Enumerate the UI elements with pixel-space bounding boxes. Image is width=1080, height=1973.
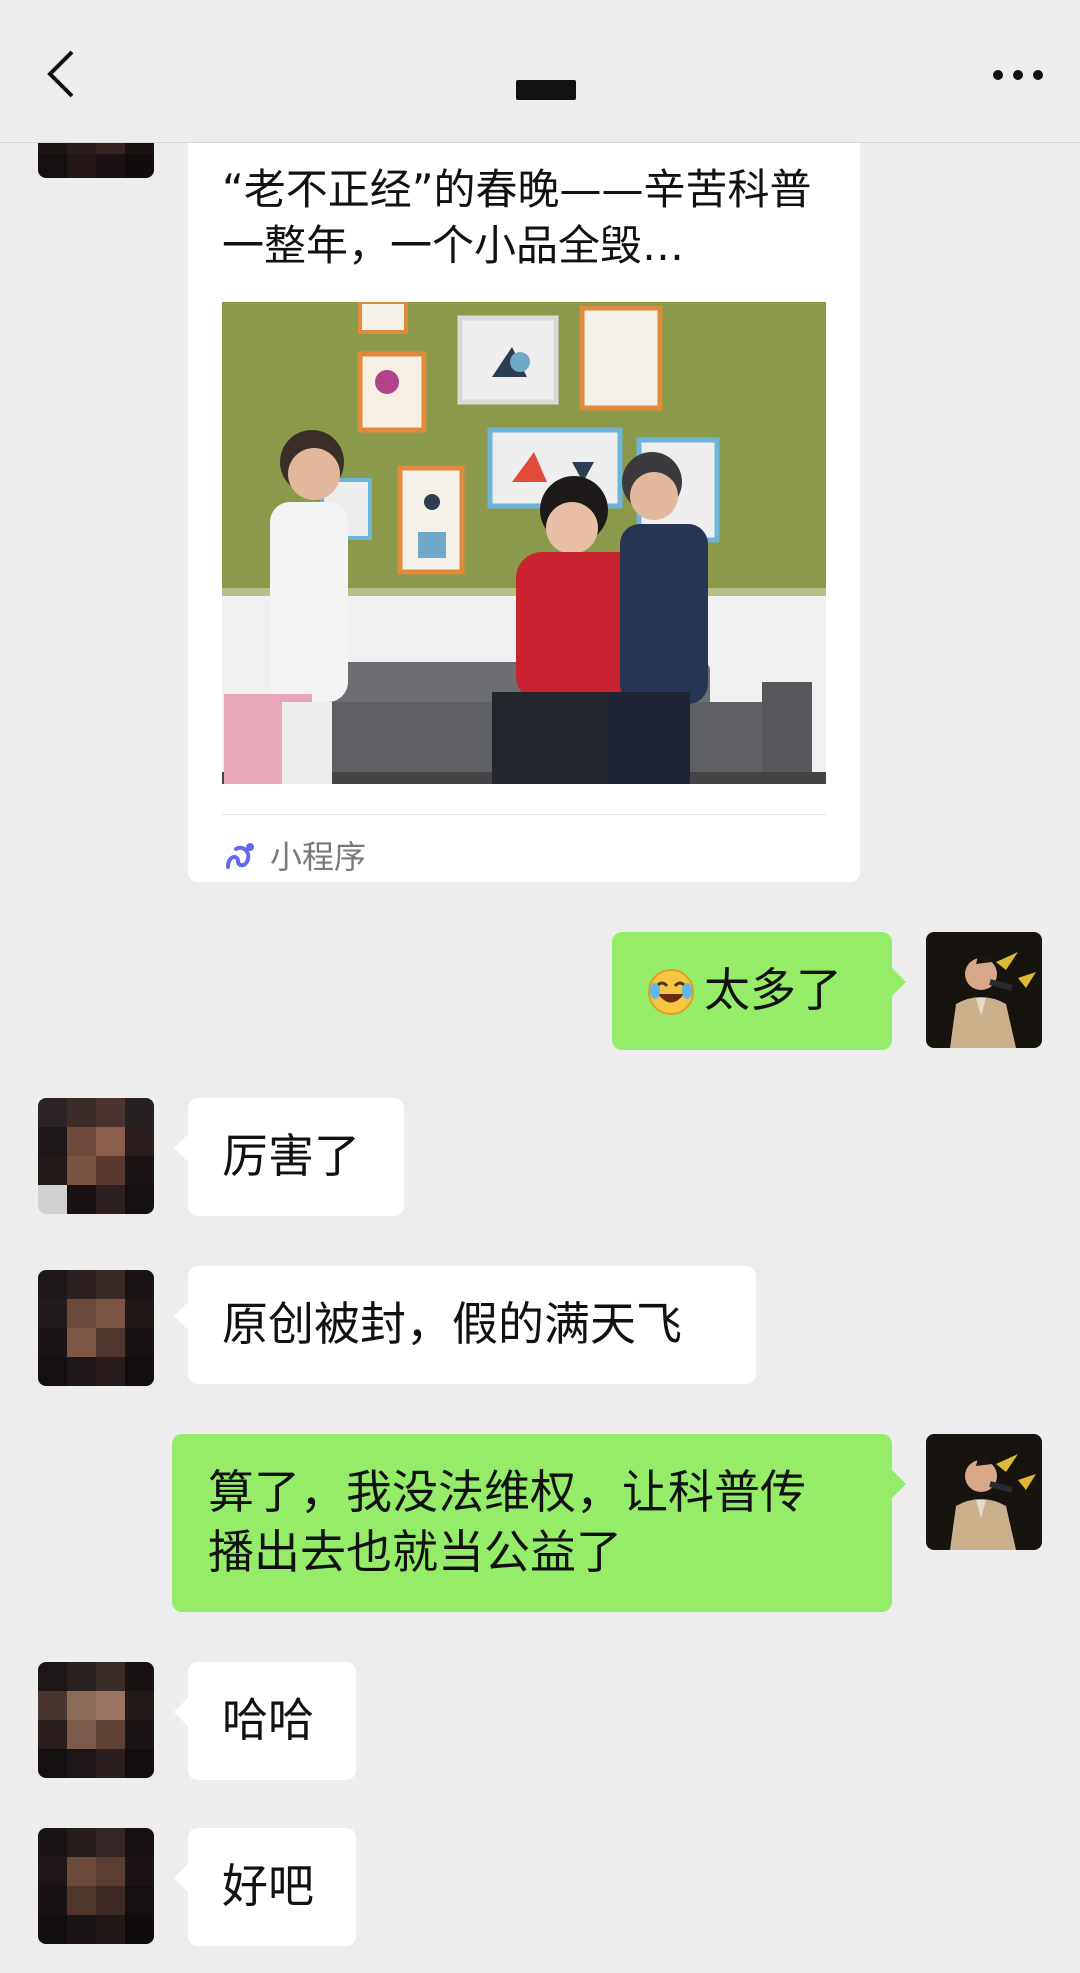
message-bubble-incoming[interactable]: 厉害了 (174, 1098, 404, 1216)
message-text: 原创被封，假的满天飞 (222, 1297, 682, 1351)
message-bubble-outgoing[interactable]: 算了，我没法维权，让科普传 播出去也就当公益了 (172, 1434, 906, 1612)
mini-program-card[interactable]: “老不正经”的春晚——辛苦科普一整年，一个小品全毁… 小程序 (188, 142, 860, 882)
message-bubble-outgoing[interactable]: 太多了 (612, 932, 906, 1050)
contact-avatar[interactable] (38, 1828, 154, 1944)
contact-avatar[interactable] (38, 1270, 154, 1386)
message-text: 太多了 (704, 963, 842, 1017)
message-bubble-incoming[interactable]: 好吧 (174, 1828, 356, 1946)
back-button[interactable] (38, 44, 88, 104)
more-button[interactable] (988, 60, 1048, 90)
chat-title-redacted (516, 80, 576, 100)
contact-avatar[interactable] (38, 1098, 154, 1214)
more-dots-icon (993, 70, 1043, 80)
contact-avatar[interactable] (38, 1662, 154, 1778)
chevron-left-icon (47, 50, 74, 98)
message-text: 好吧 (222, 1859, 314, 1913)
my-avatar[interactable] (926, 932, 1042, 1048)
message-bubble-incoming[interactable]: 原创被封，假的满天飞 (174, 1266, 756, 1384)
message-text: 厉害了 (222, 1129, 360, 1183)
face-with-tears-of-joy-icon (648, 969, 694, 1015)
card-footer: 小程序 (222, 830, 366, 880)
message-text-line-1: 算了，我没法维权，让科普传 (208, 1465, 806, 1519)
message-text-line-2: 播出去也就当公益了 (208, 1525, 622, 1579)
my-avatar[interactable] (926, 1434, 1042, 1550)
card-title: “老不正经”的春晚——辛苦科普一整年，一个小品全毁… (222, 165, 812, 270)
message-text: 哈哈 (222, 1693, 314, 1747)
message-bubble-incoming[interactable]: 哈哈 (174, 1662, 356, 1780)
mini-program-icon (226, 843, 254, 869)
chat-header (0, 0, 1080, 143)
card-source-label: 小程序 (270, 838, 367, 876)
card-thumbnail-image (222, 302, 826, 784)
card-divider (222, 814, 826, 815)
